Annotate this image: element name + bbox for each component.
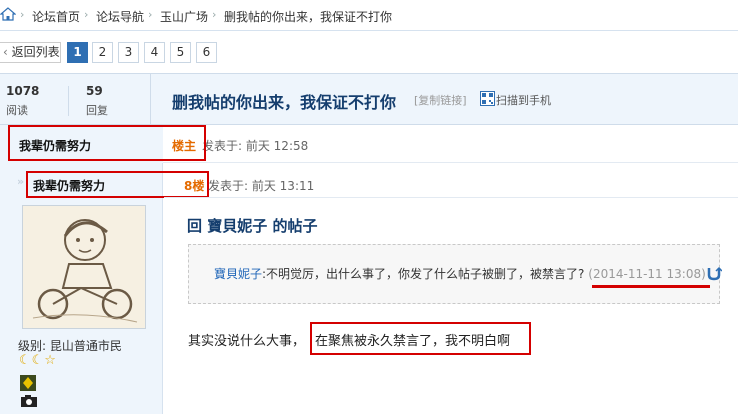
stat-divider [68, 86, 69, 116]
highlight-box-body: 在聚焦被永久禁言了，我不明白啊 [310, 322, 531, 355]
breadcrumb-forum-home[interactable]: 论坛首页 [32, 8, 80, 25]
camera-icon [20, 394, 38, 408]
post-body: 其实没说什么大事， [188, 330, 305, 349]
breadcrumb-separator: › [212, 8, 217, 21]
breadcrumb-forum-nav[interactable]: 论坛导航 [96, 8, 144, 25]
back-to-list-button[interactable]: ‹ 返回列表 [0, 42, 61, 63]
breadcrumb-yushan-square[interactable]: 玉山广场 [160, 8, 208, 25]
post-2-posted-time: 发表于: 前天 13:11 [208, 179, 315, 193]
breadcrumb-separator: › [84, 8, 89, 21]
post-divider [164, 197, 738, 198]
expand-arrow-icon: » [17, 175, 25, 188]
page-3-button[interactable]: 3 [118, 42, 139, 63]
highlight-box-post-2-author [26, 171, 209, 198]
medal-badge-icon [20, 375, 36, 391]
avatar[interactable] [22, 205, 146, 329]
post-1-posted-time: 发表于: 前天 12:58 [202, 139, 309, 153]
page-5-button[interactable]: 5 [170, 42, 191, 63]
page-1-button[interactable]: 1 [67, 42, 88, 63]
breadcrumb-current-thread[interactable]: 删我帖的你出来，我保证不打你 [224, 8, 392, 25]
breadcrumb-separator: › [148, 8, 153, 21]
post-2-author-panel: » 我辈仍需努力 级别: 昆山普通市民 ☾☾☆ [0, 163, 163, 414]
user-level: 级别: 昆山普通市民 [18, 339, 122, 353]
highlight-underline-quote-time [592, 285, 710, 288]
replies-label: 回复 [86, 104, 108, 117]
back-to-list-label: 返回列表 [11, 45, 60, 59]
reply-title: 回 寶貝妮子 的帖子 [187, 217, 318, 235]
highlight-box-post-1-author [8, 125, 206, 161]
post-body-prefix: 其实没说什么大事， [188, 334, 306, 349]
pagination-bar: ‹ 返回列表 1 2 3 4 5 6 [0, 31, 738, 73]
quote-username[interactable]: 寶貝妮子 [214, 267, 262, 281]
post-body-highlight: 在聚焦被永久禁言了，我不明白啊 [315, 334, 511, 349]
breadcrumb-separator: › [20, 8, 25, 21]
replies-count: 59 [86, 84, 103, 98]
home-icon[interactable] [0, 6, 17, 22]
scan-to-phone-link[interactable]: 扫描到手机 [496, 92, 551, 108]
quote-time: (2014-11-11 13:08) [588, 267, 706, 281]
rank-moon-icons: ☾☾☆ [19, 353, 57, 368]
copy-link-button[interactable]: [复制链接] [414, 92, 467, 108]
header-divider [150, 74, 151, 124]
views-count: 1078 [6, 84, 40, 98]
page-4-button[interactable]: 4 [144, 42, 165, 63]
jump-to-quote-icon[interactable] [706, 265, 723, 281]
qr-code-icon[interactable] [480, 91, 495, 106]
breadcrumb: › 论坛首页 › 论坛导航 › 玉山广场 › 删我帖的你出来，我保证不打你 [0, 0, 738, 31]
quote-block: 寶貝妮子:不明觉厉，出什么事了，你发了什么帖子被删了，被禁言了? (2014-1… [188, 244, 723, 304]
quote-text: :不明觉厉，出什么事了，你发了什么帖子被删了，被禁言了? [262, 267, 585, 281]
thread-header: 1078 阅读 59 回复 删我帖的你出来，我保证不打你 [复制链接] 扫描到手… [0, 73, 738, 125]
thread-title: 删我帖的你出来，我保证不打你 [172, 93, 397, 112]
views-label: 阅读 [6, 104, 28, 117]
page-2-button[interactable]: 2 [92, 42, 113, 63]
post-2-floor-label: 8楼 [184, 179, 205, 193]
page-6-button[interactable]: 6 [196, 42, 217, 63]
back-arrow-icon: ‹ [3, 45, 8, 59]
